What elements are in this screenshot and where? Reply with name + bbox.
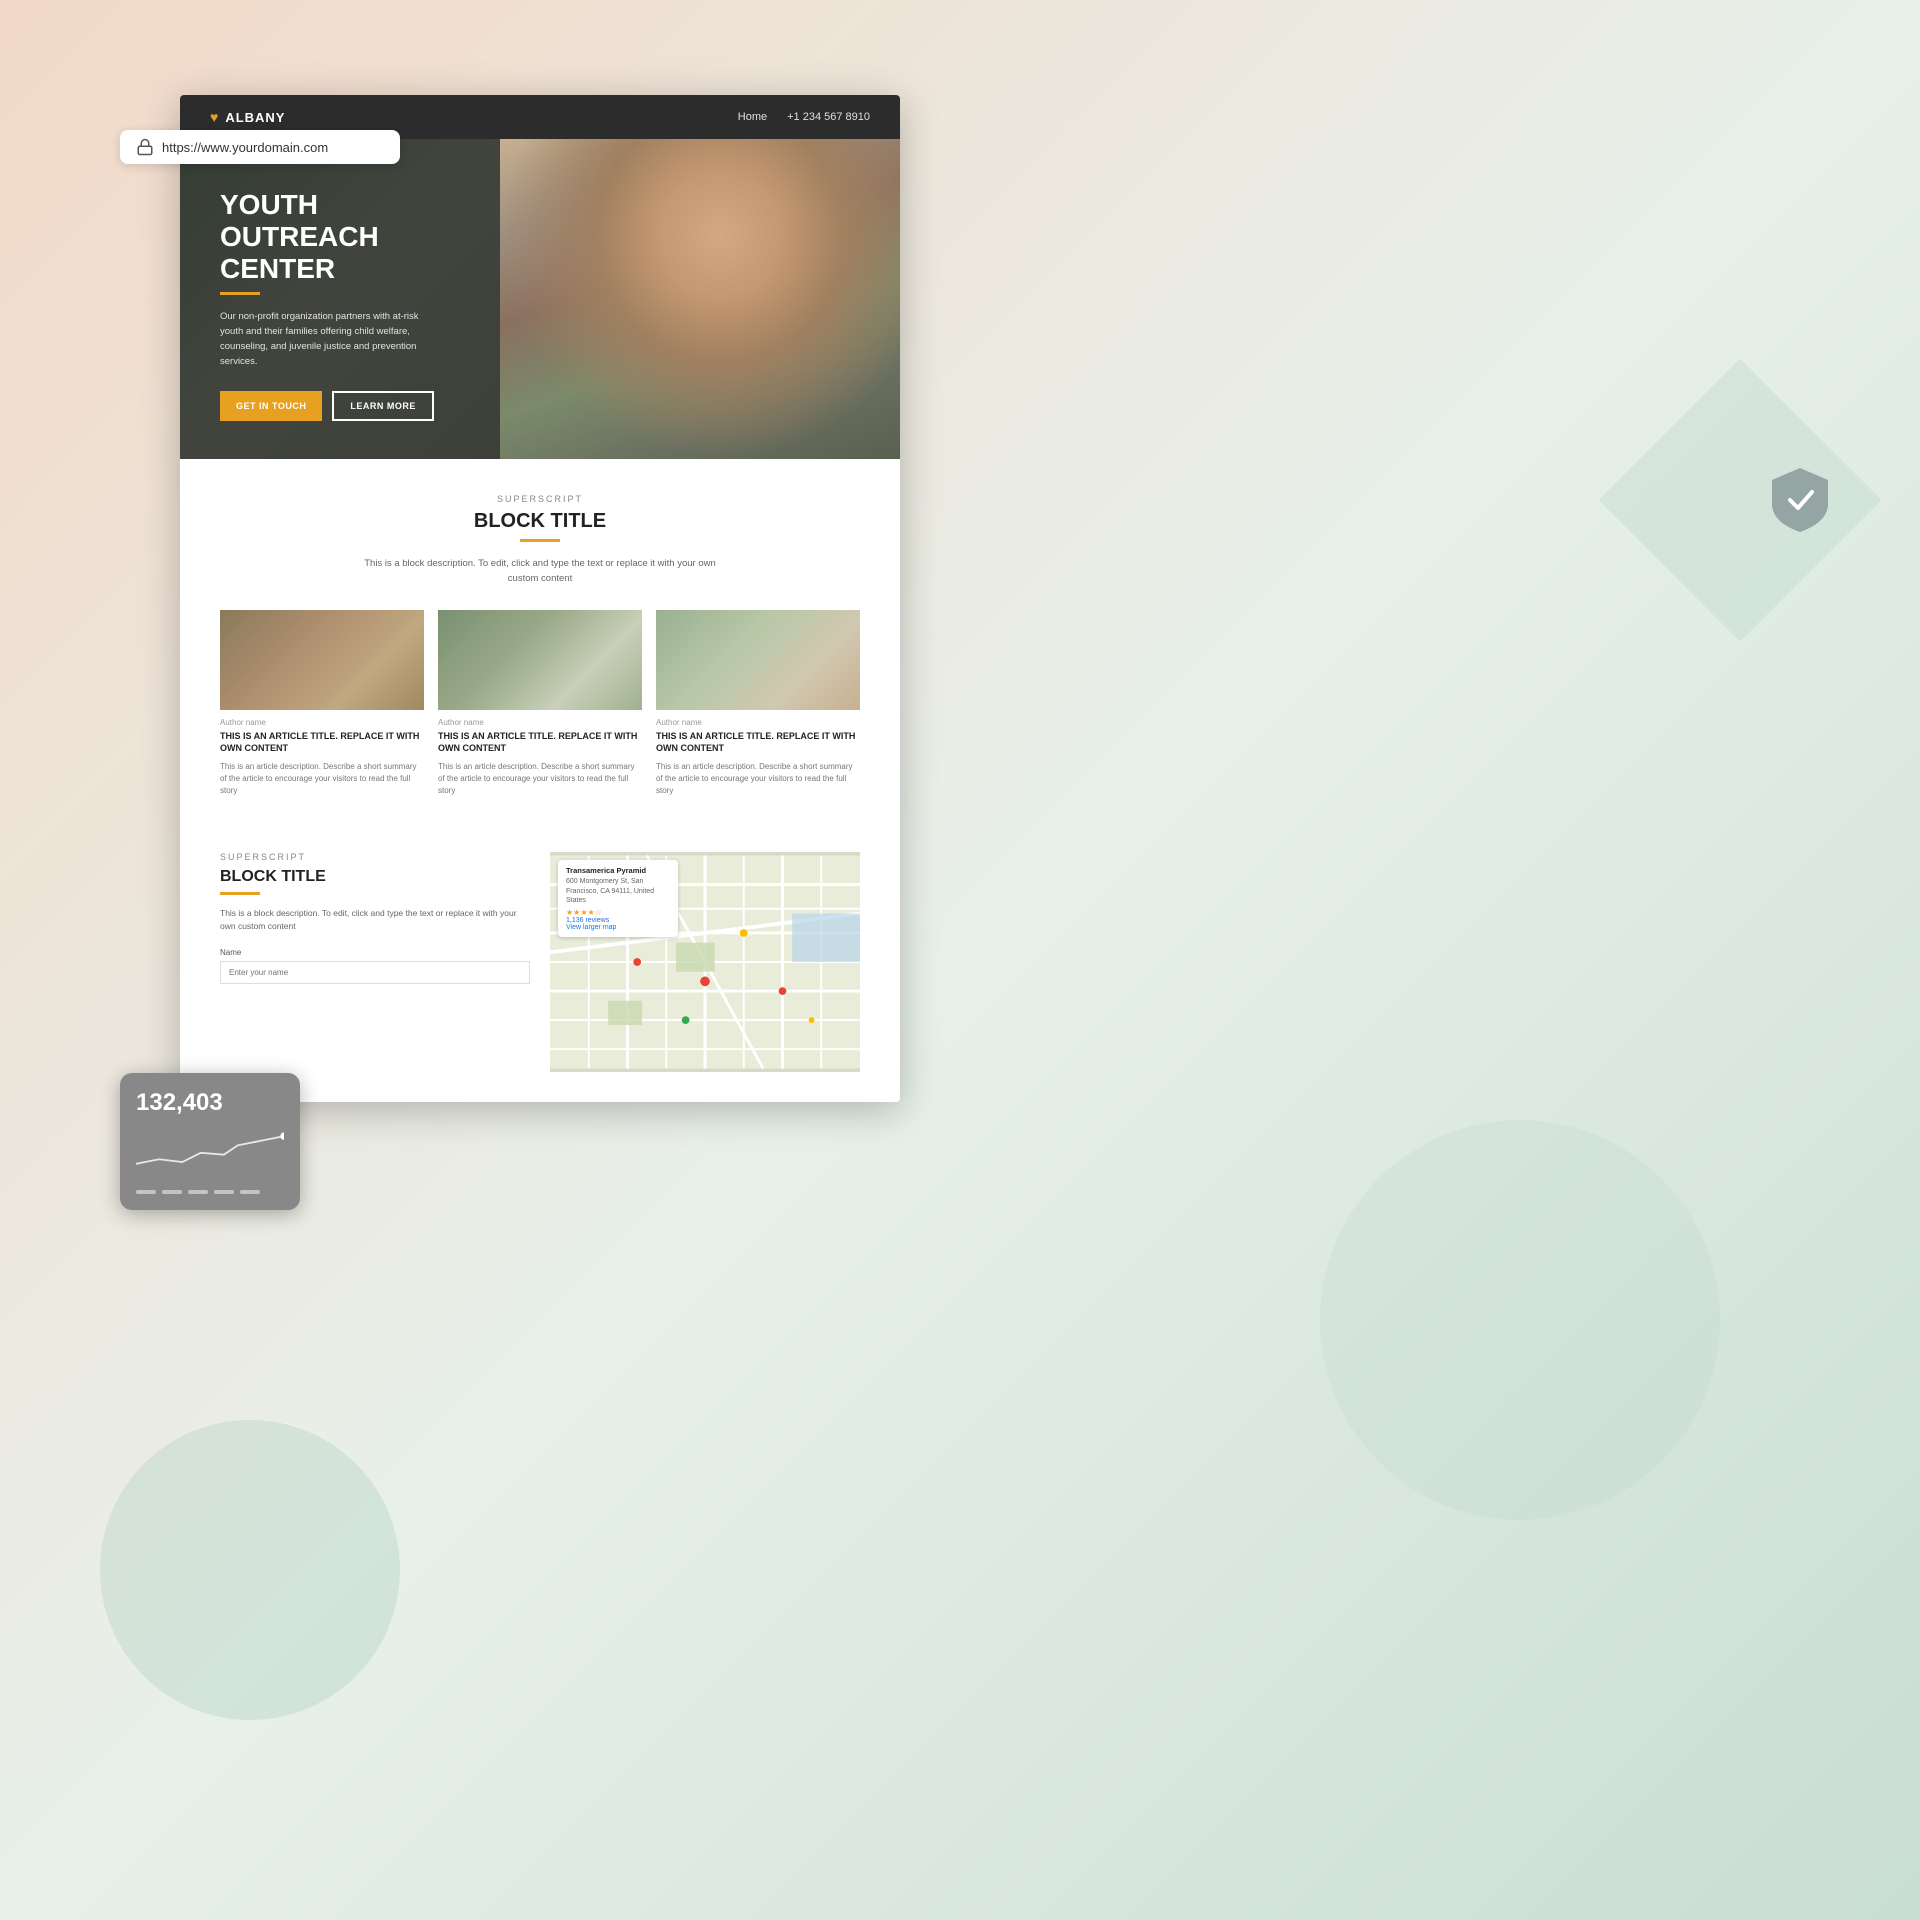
article-card-1: Author name THIS IS AN ARTICLE TITLE. RE… [220,610,424,796]
articles-grid: Author name THIS IS AN ARTICLE TITLE. RE… [220,610,860,796]
map-info-box: Transamerica Pyramid 600 Montgomery St, … [558,860,678,937]
nav-home[interactable]: Home [738,111,767,123]
nav-links: Home +1 234 567 8910 [738,111,870,123]
map-reviews: 1,136 reviews [566,917,670,924]
block2-accent-line [220,892,260,895]
website-mockup: ♥ ALBANY Home +1 234 567 8910 YOUTH OUTR… [180,95,900,1102]
site-logo: ♥ ALBANY [210,109,285,125]
article1-title: THIS IS AN ARTICLE TITLE. REPLACE IT WIT… [220,731,424,754]
article2-title: THIS IS AN ARTICLE TITLE. REPLACE IT WIT… [438,731,642,754]
name-label: Name [220,948,530,957]
contact-column: SUPERSCRIPT BLOCK TITLE This is a block … [220,852,530,1072]
analytics-widget: 132,403 [120,1073,300,1210]
map-view-larger[interactable]: View larger map [566,924,670,931]
article-image-2 [438,610,642,710]
analytics-chart [136,1125,284,1175]
article1-description: This is an article description. Describe… [220,761,424,797]
article3-author: Author name [656,718,860,727]
block2-description: This is a block description. To edit, cl… [220,907,530,934]
article2-author: Author name [438,718,642,727]
hero-photo [500,139,900,459]
bg-decoration-1 [100,1420,400,1720]
article3-description: This is an article description. Describe… [656,761,860,797]
map-placeholder: Transamerica Pyramid 600 Montgomery St, … [550,852,860,1072]
shield-badge [1760,460,1840,540]
hero-buttons: GET IN TOUCH LEARN MORE [220,391,480,421]
analytics-dot-2 [162,1190,182,1194]
lock-icon [136,138,154,156]
get-in-touch-button[interactable]: GET IN TOUCH [220,391,322,421]
analytics-number: 132,403 [136,1089,284,1117]
analytics-dot-5 [240,1190,260,1194]
map-stars: ★★★★☆ [566,908,670,917]
block2-superscript: SUPERSCRIPT [220,852,530,862]
address-bar[interactable]: https://www.yourdomain.com [120,130,400,164]
bottom-section: SUPERSCRIPT BLOCK TITLE This is a block … [180,832,900,1102]
article-card-2: Author name THIS IS AN ARTICLE TITLE. RE… [438,610,642,796]
analytics-dot-1 [136,1190,156,1194]
analytics-dot-4 [214,1190,234,1194]
name-input[interactable] [220,961,530,984]
hero-title: YOUTH OUTREACH CENTER [220,189,480,286]
block1-description: This is a block description. To edit, cl… [360,556,720,586]
map-column: Transamerica Pyramid 600 Montgomery St, … [550,852,860,1072]
hero-section: YOUTH OUTREACH CENTER Our non-profit org… [180,139,900,459]
block1-superscript: SUPERSCRIPT [220,494,860,504]
map-business-name: Transamerica Pyramid [566,866,670,875]
block1-accent-line [520,539,560,542]
article-image-3 [656,610,860,710]
analytics-dot-3 [188,1190,208,1194]
article1-author: Author name [220,718,424,727]
heart-icon: ♥ [210,109,219,125]
hero-content: YOUTH OUTREACH CENTER Our non-profit org… [180,139,520,459]
bg-decoration-3 [1320,1120,1720,1520]
block-section-1: SUPERSCRIPT BLOCK TITLE This is a block … [180,459,900,832]
block1-title: BLOCK TITLE [220,510,860,533]
article-image-1 [220,610,424,710]
article-card-3: Author name THIS IS AN ARTICLE TITLE. RE… [656,610,860,796]
article2-description: This is an article description. Describe… [438,761,642,797]
hero-accent-line [220,292,260,295]
hero-description: Our non-profit organization partners wit… [220,309,440,370]
learn-more-button[interactable]: LEARN MORE [332,391,434,421]
map-address: 600 Montgomery St, San Francisco, CA 941… [566,877,670,906]
analytics-dots [136,1190,284,1194]
article3-title: THIS IS AN ARTICLE TITLE. REPLACE IT WIT… [656,731,860,754]
block2-title: BLOCK TITLE [220,868,530,886]
url-text: https://www.yourdomain.com [162,140,328,155]
logo-text: ALBANY [225,110,285,125]
shield-icon [1760,460,1840,540]
nav-phone[interactable]: +1 234 567 8910 [787,111,870,123]
